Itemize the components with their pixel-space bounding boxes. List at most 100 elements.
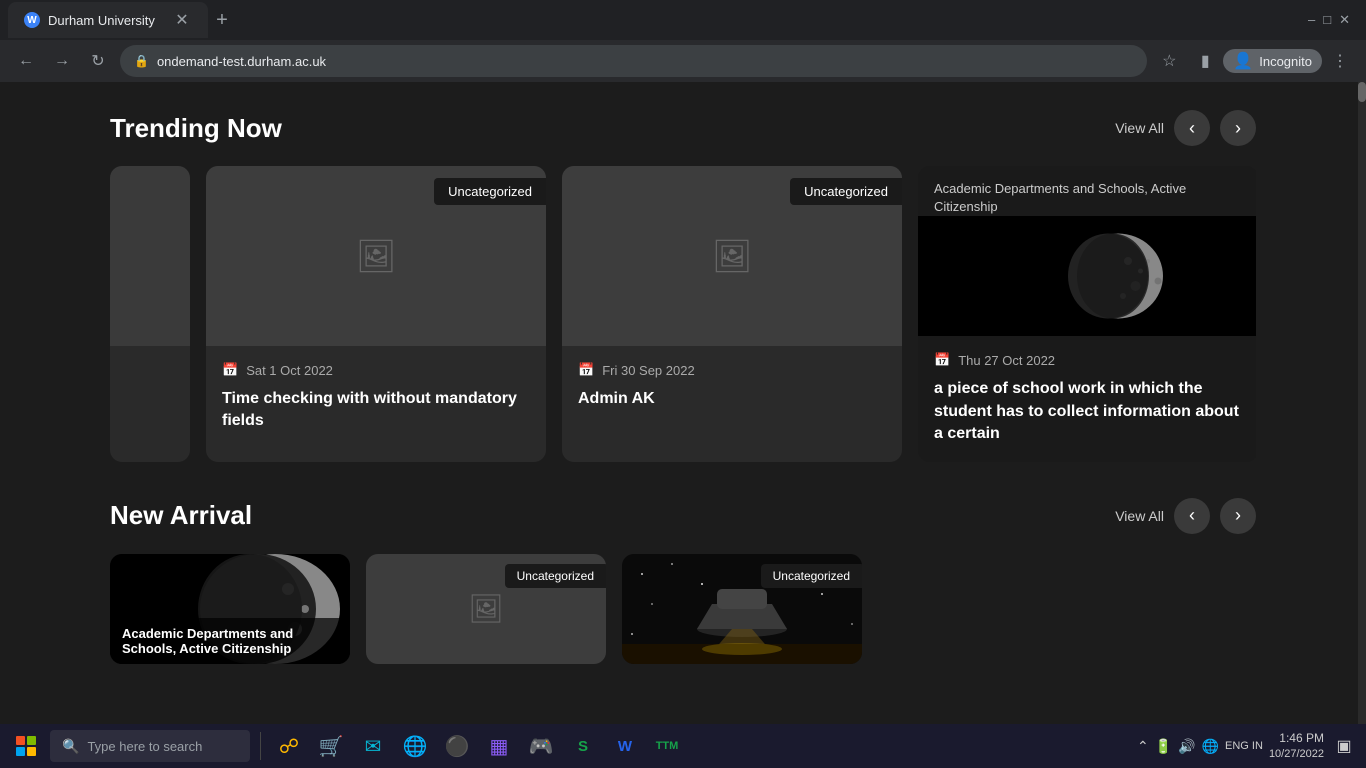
active-tab[interactable]: W Durham University ✕ <box>8 2 208 38</box>
new-arrival-card-2[interactable]: 🖼 Uncategorized <box>366 554 606 664</box>
start-button[interactable] <box>8 728 44 764</box>
trending-prev-button[interactable]: ‹ <box>1174 110 1210 146</box>
start-square-yellow <box>27 747 36 756</box>
card-1-date: Sat 1 Oct 2022 <box>246 363 333 378</box>
notification-button[interactable]: ▣ <box>1330 732 1358 760</box>
new-arrival-view-all[interactable]: View All <box>1115 508 1164 524</box>
trending-title: Trending Now <box>110 113 282 144</box>
new-card-2-placeholder-icon: 🖼 <box>468 592 504 625</box>
trending-next-button[interactable]: › <box>1220 110 1256 146</box>
start-square-blue <box>16 747 25 756</box>
taskbar-right-area: ⌃ 🔋 🔊 🌐 ENG IN 1:46 PM 10/27/2022 ▣ <box>1137 730 1358 762</box>
new-arrival-prev-button[interactable]: ‹ <box>1174 498 1210 534</box>
minimize-button[interactable]: – <box>1308 12 1315 28</box>
tray-network-icon[interactable]: 🌐 <box>1202 738 1219 755</box>
forward-button[interactable]: → <box>48 47 76 75</box>
new-arrival-header: New Arrival View All ‹ › <box>110 498 1256 534</box>
system-tray: ⌃ 🔋 🔊 🌐 ENG IN <box>1137 738 1263 755</box>
tray-volume-icon[interactable]: 🔊 <box>1178 738 1195 755</box>
taskbar-ttm-icon[interactable]: TTM <box>649 728 685 764</box>
tab-title: Durham University <box>48 13 155 28</box>
clock-time: 1:46 PM <box>1269 730 1324 747</box>
scrollbar[interactable] <box>1358 82 1366 724</box>
trending-section: Trending Now View All ‹ › 🖼 Uncategorize… <box>0 82 1366 462</box>
trending-card-3[interactable]: Academic Departments and Schools, Active… <box>918 166 1256 462</box>
taskbar-search-icon: 🔍 <box>62 738 79 755</box>
incognito-label: Incognito <box>1259 54 1312 69</box>
card-2-category: Uncategorized <box>790 178 902 205</box>
address-bar[interactable]: 🔒 ondemand-test.durham.ac.uk <box>120 45 1147 77</box>
taskbar-apps-icon[interactable]: ▦ <box>481 728 517 764</box>
page-content: Trending Now View All ‹ › 🖼 Uncategorize… <box>0 82 1366 724</box>
maximize-button[interactable]: □ <box>1323 12 1331 28</box>
taskbar-search[interactable]: 🔍 Type here to search <box>50 730 250 762</box>
browser-chrome: W Durham University ✕ + – □ ✕ ← → ↻ 🔒 on… <box>0 0 1366 82</box>
navigation-bar: ← → ↻ 🔒 ondemand-test.durham.ac.uk ☆ ▮ 👤… <box>0 40 1366 82</box>
trending-card-2[interactable]: 🖼 Uncategorized 📅 Fri 30 Sep 2022 Admin … <box>562 166 902 462</box>
lock-icon: 🔒 <box>134 54 149 68</box>
card-3-calendar-icon: 📅 <box>934 352 950 368</box>
card-3-category: Academic Departments and Schools, Active… <box>918 166 1256 216</box>
card-2-calendar-icon: 📅 <box>578 362 594 378</box>
card-2-title: Admin AK <box>578 388 886 410</box>
system-clock[interactable]: 1:46 PM 10/27/2022 <box>1269 730 1324 762</box>
trending-controls: View All ‹ › <box>1115 110 1256 146</box>
new-arrival-next-button[interactable]: › <box>1220 498 1256 534</box>
card-partial-image <box>110 166 190 346</box>
taskbar-explorer-icon[interactable]: ☍ <box>271 728 307 764</box>
taskbar: 🔍 Type here to search ☍ 🛒 ✉ 🌐 ⚫ ▦ 🎮 S W … <box>0 724 1366 768</box>
taskbar-separator-1 <box>260 732 261 760</box>
card-1-calendar-icon: 📅 <box>222 362 238 378</box>
reload-button[interactable]: ↻ <box>84 47 112 75</box>
cast-button[interactable]: ▮ <box>1191 47 1219 75</box>
card-2-placeholder-icon: 🖼 <box>712 237 753 275</box>
new-arrival-section: New Arrival View All ‹ › <box>0 462 1366 664</box>
taskbar-excel-icon[interactable]: S <box>565 728 601 764</box>
tray-battery-icon[interactable]: 🔋 <box>1155 738 1172 755</box>
card-3-date-row: 📅 Thu 27 Oct 2022 <box>934 352 1242 368</box>
new-arrival-controls: View All ‹ › <box>1115 498 1256 534</box>
tray-lang-text: ENG IN <box>1225 740 1263 752</box>
new-arrival-card-1[interactable]: Academic Departments and Schools, Active… <box>110 554 350 664</box>
start-square-green <box>27 736 36 745</box>
card-2-date-row: 📅 Fri 30 Sep 2022 <box>578 362 886 378</box>
trending-card-1[interactable]: 🖼 Uncategorized 📅 Sat 1 Oct 2022 Time ch… <box>206 166 546 462</box>
menu-button[interactable]: ⋮ <box>1326 47 1354 75</box>
card-3-image <box>918 216 1256 336</box>
tab-close-button[interactable]: ✕ <box>172 10 192 30</box>
windows-logo-icon <box>16 736 36 756</box>
new-arrival-title: New Arrival <box>110 500 252 531</box>
new-card-1-title: Academic Departments and Schools, Active… <box>110 618 350 664</box>
new-card-3-category: Uncategorized <box>761 564 862 588</box>
close-button[interactable]: ✕ <box>1339 12 1350 28</box>
trending-header: Trending Now View All ‹ › <box>110 110 1256 146</box>
card-1-placeholder-icon: 🖼 <box>356 237 397 275</box>
back-button[interactable]: ← <box>12 47 40 75</box>
card-1-title: Time checking with without mandatory fie… <box>222 388 530 433</box>
scrollbar-thumb[interactable] <box>1358 82 1366 102</box>
taskbar-mail-icon[interactable]: ✉ <box>355 728 391 764</box>
trending-view-all[interactable]: View All <box>1115 120 1164 136</box>
new-arrival-card-3[interactable]: Uncategorized <box>622 554 862 664</box>
bookmark-button[interactable]: ☆ <box>1155 47 1183 75</box>
card-partial <box>110 166 190 462</box>
card-2-image: 🖼 Uncategorized <box>562 166 902 346</box>
card-1-date-row: 📅 Sat 1 Oct 2022 <box>222 362 530 378</box>
taskbar-store-icon[interactable]: 🛒 <box>313 728 349 764</box>
card-1-image: 🖼 Uncategorized <box>206 166 546 346</box>
taskbar-edge-icon[interactable]: 🌐 <box>397 728 433 764</box>
card-2-date: Fri 30 Sep 2022 <box>602 363 695 378</box>
taskbar-gamepad-icon[interactable]: 🎮 <box>523 728 559 764</box>
url-text: ondemand-test.durham.ac.uk <box>157 54 326 69</box>
card-3-date: Thu 27 Oct 2022 <box>958 353 1055 368</box>
card-3-title: a piece of school work in which the stud… <box>934 378 1242 445</box>
card-2-footer: 📅 Fri 30 Sep 2022 Admin AK <box>562 346 902 426</box>
new-tab-button[interactable]: + <box>208 6 236 34</box>
tray-arrow-icon[interactable]: ⌃ <box>1137 738 1149 755</box>
trending-cards-row: 🖼 Uncategorized 📅 Sat 1 Oct 2022 Time ch… <box>110 166 1256 462</box>
taskbar-chrome-icon[interactable]: ⚫ <box>439 728 475 764</box>
tab-favicon: W <box>24 12 40 28</box>
incognito-button[interactable]: 👤 Incognito <box>1223 49 1322 73</box>
card-1-footer: 📅 Sat 1 Oct 2022 Time checking with with… <box>206 346 546 449</box>
taskbar-word-icon[interactable]: W <box>607 728 643 764</box>
